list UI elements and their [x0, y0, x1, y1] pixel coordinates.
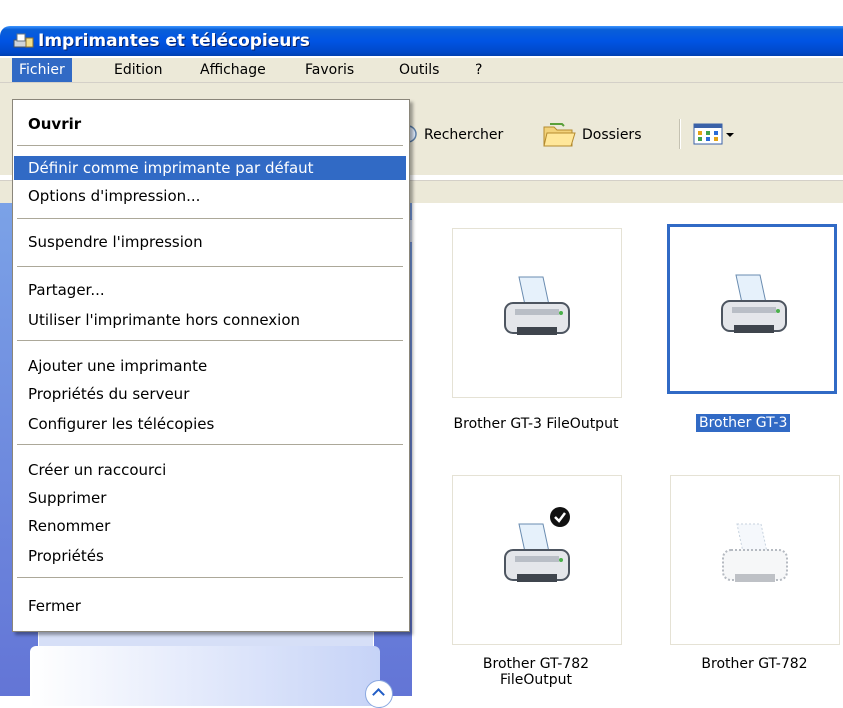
menu-item-server-properties[interactable]: Propriétés du serveur — [14, 382, 406, 406]
toolbar-separator — [679, 119, 681, 149]
views-icon[interactable] — [693, 123, 723, 145]
menu-separator — [17, 577, 403, 578]
default-check-icon — [550, 507, 570, 527]
menu-item-print-options[interactable]: Options d'impression... — [14, 184, 406, 208]
menu-separator — [17, 218, 403, 219]
menu-item-open[interactable]: Ouvrir — [14, 112, 406, 136]
printer-tile-selected[interactable] — [667, 224, 837, 394]
printer-tile-default[interactable] — [452, 475, 622, 645]
printers-fax-icon — [13, 33, 34, 48]
printer-tile-offline[interactable] — [670, 475, 840, 645]
collapse-chevron-icon[interactable] — [365, 680, 393, 708]
menu-item-set-default[interactable]: Définir comme imprimante par défaut — [14, 156, 406, 180]
menu-separator — [17, 340, 403, 341]
window-title: Imprimantes et télécopieurs — [38, 31, 310, 51]
folders-button[interactable]: Dossiers — [582, 127, 642, 143]
menu-item-rename[interactable]: Renommer — [14, 514, 406, 538]
printer-label-selected[interactable]: Brother GT-3 — [696, 414, 791, 432]
menu-help[interactable]: ? — [468, 58, 489, 82]
menu-item-use-offline[interactable]: Utiliser l'imprimante hors connexion — [14, 308, 406, 332]
printer-icon — [721, 274, 787, 333]
views-dropdown-arrow[interactable] — [726, 133, 734, 137]
menu-item-close[interactable]: Fermer — [14, 594, 406, 618]
printer-label-line1: Brother GT-782 — [482, 656, 590, 672]
printer-tile[interactable] — [452, 228, 622, 398]
menu-item-delete[interactable]: Supprimer — [14, 486, 406, 510]
folders-icon[interactable] — [542, 121, 576, 149]
menu-item-properties[interactable]: Propriétés — [14, 544, 406, 568]
file-menu-dropdown: Ouvrir Définir comme imprimante par défa… — [12, 99, 410, 632]
printer-label[interactable]: Brother GT-782 FileOutput — [430, 656, 642, 688]
menu-favoris[interactable]: Favoris — [298, 58, 361, 82]
printer-icon — [504, 523, 570, 582]
printer-label[interactable]: Brother GT-3 FileOutput — [430, 416, 642, 432]
search-button[interactable]: Rechercher — [424, 127, 503, 143]
menu-separator — [17, 266, 403, 267]
menu-item-pause-printing[interactable]: Suspendre l'impression — [14, 230, 406, 254]
menu-item-share[interactable]: Partager... — [14, 278, 406, 302]
menu-fichier[interactable]: Fichier — [12, 58, 72, 82]
menu-item-configure-fax[interactable]: Configurer les télécopies — [14, 412, 406, 436]
menu-edition[interactable]: Edition — [107, 58, 169, 82]
menu-separator — [17, 444, 403, 445]
task-pane-header[interactable] — [30, 646, 393, 708]
printers-view: Brother GT-3 FileOutput Brother GT-3 Bro… — [412, 203, 843, 696]
menu-outils[interactable]: Outils — [392, 58, 446, 82]
menu-item-add-printer[interactable]: Ajouter une imprimante — [14, 354, 406, 378]
printer-label-line2: FileOutput — [499, 672, 573, 688]
menu-separator — [17, 145, 403, 146]
printer-icon — [504, 276, 570, 335]
menu-item-create-shortcut[interactable]: Créer un raccourci — [14, 458, 406, 482]
printer-offline-icon — [722, 523, 788, 582]
menu-affichage[interactable]: Affichage — [193, 58, 273, 82]
printer-label[interactable]: Brother GT-782 — [657, 656, 843, 672]
menu-bar: Fichier Edition Affichage Favoris Outils… — [0, 58, 843, 83]
title-bar: Imprimantes et télécopieurs — [0, 0, 843, 58]
